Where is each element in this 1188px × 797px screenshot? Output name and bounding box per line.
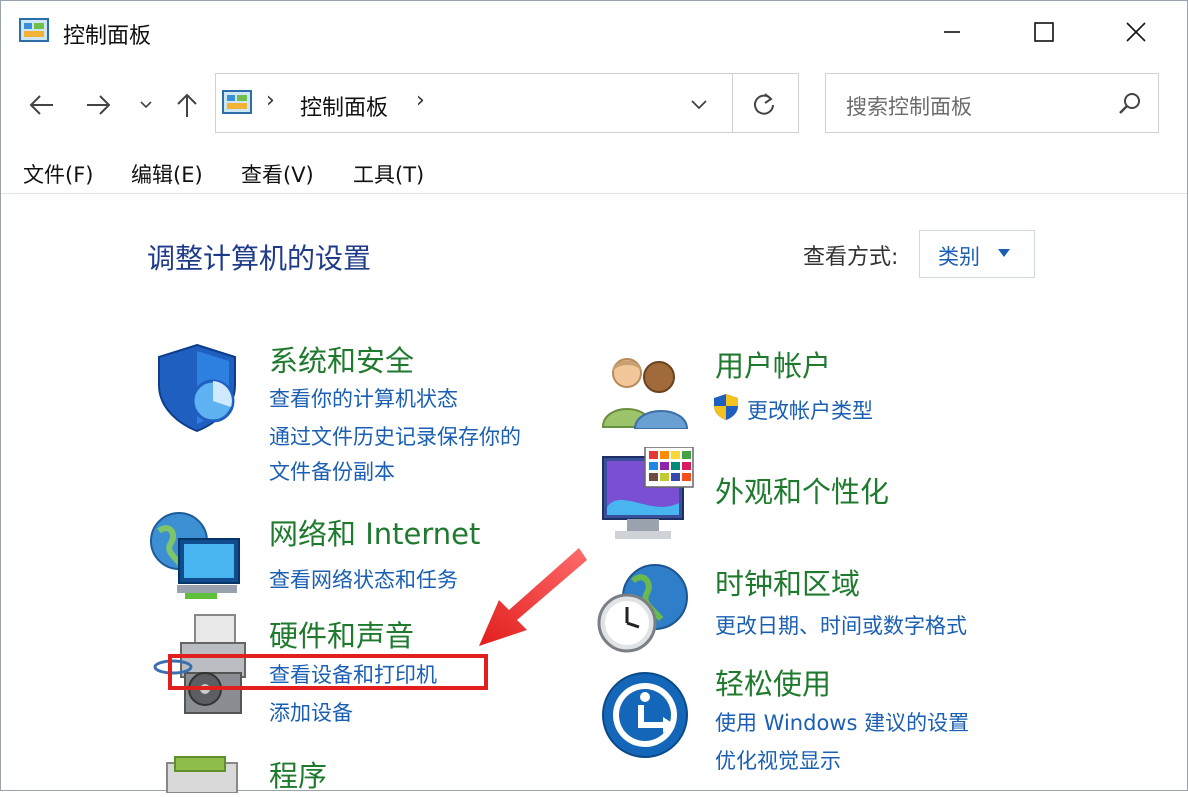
page-title: 调整计算机的设置 [147, 242, 372, 275]
title-bar: 控制面板 [1, 1, 1187, 63]
search-icon[interactable] [1116, 90, 1144, 118]
category-user-accounts[interactable]: 用户帐户 [715, 343, 831, 385]
breadcrumb-separator[interactable]: › [416, 88, 425, 113]
category-appearance[interactable]: 外观和个性化 [715, 469, 889, 511]
annotation-arrow-icon [479, 548, 587, 646]
address-bar[interactable]: › 控制面板 › [215, 73, 799, 133]
category-system-security[interactable]: 系统和安全 [269, 338, 414, 380]
clock-globe-icon[interactable] [597, 561, 693, 659]
link-change-account-type[interactable]: 更改帐户类型 [747, 395, 873, 425]
category-network-internet[interactable]: 网络和 Internet [269, 511, 480, 553]
category-ease-of-access[interactable]: 轻松使用 [715, 661, 831, 703]
up-arrow-icon [177, 93, 197, 117]
forward-arrow-icon [87, 95, 111, 115]
shield-icon[interactable] [151, 341, 243, 437]
view-by-label: 查看方式: [803, 245, 899, 270]
recent-locations-button[interactable] [131, 87, 161, 123]
control-panel-icon [222, 90, 252, 116]
view-by-dropdown[interactable]: 类别 [919, 230, 1035, 278]
chevron-down-icon [140, 101, 152, 109]
refresh-button[interactable] [744, 86, 784, 122]
link-add-device[interactable]: 添加设备 [269, 697, 353, 727]
link-optimize-visual-display[interactable]: 优化视觉显示 [715, 745, 841, 775]
network-globe-icon[interactable] [149, 509, 245, 605]
maximize-icon [1034, 22, 1054, 42]
window-title: 控制面板 [63, 24, 152, 49]
menu-view[interactable]: 查看(V) [241, 159, 314, 189]
link-view-computer-status[interactable]: 查看你的计算机状态 [269, 383, 458, 413]
ease-of-access-icon[interactable] [601, 669, 691, 767]
up-button[interactable] [169, 87, 205, 123]
back-button[interactable] [23, 87, 59, 123]
link-network-status[interactable]: 查看网络状态和任务 [269, 564, 458, 594]
minimize-icon [944, 31, 960, 33]
maximize-button[interactable] [1019, 13, 1069, 51]
refresh-icon [754, 93, 774, 115]
category-programs[interactable]: 程序 [269, 753, 327, 795]
users-icon[interactable] [601, 353, 691, 433]
highlight-box [168, 654, 488, 690]
chevron-down-icon [691, 100, 707, 110]
menu-edit[interactable]: 编辑(E) [131, 159, 203, 189]
view-by-value: 类别 [938, 245, 980, 269]
breadcrumb-separator[interactable]: › [266, 88, 275, 113]
address-history-button[interactable] [684, 90, 714, 120]
search-input[interactable]: 搜索控制面板 [825, 73, 1159, 133]
search-placeholder: 搜索控制面板 [846, 95, 972, 119]
category-hardware-sound[interactable]: 硬件和声音 [269, 613, 414, 655]
programs-icon[interactable] [161, 753, 245, 797]
close-button[interactable] [1111, 13, 1161, 51]
menu-file[interactable]: 文件(F) [23, 159, 93, 189]
control-panel-window: 控制面板 › 控制面板 › 搜索控制面板 文件(F) 编辑(E) 查看(V) 工… [0, 0, 1188, 794]
close-icon [1126, 22, 1146, 42]
minimize-button[interactable] [927, 13, 977, 51]
link-change-date-time-format[interactable]: 更改日期、时间或数字格式 [715, 610, 967, 640]
breadcrumb-control-panel[interactable]: 控制面板 [300, 90, 388, 122]
link-file-history[interactable]: 通过文件历史记录保存你的 [269, 421, 521, 451]
control-panel-icon [19, 18, 49, 44]
back-arrow-icon [29, 95, 53, 115]
menu-bar: 文件(F) 编辑(E) 查看(V) 工具(T) [1, 149, 1187, 194]
forward-button[interactable] [81, 87, 117, 123]
link-file-backup[interactable]: 文件备份副本 [269, 456, 395, 486]
appearance-monitor-icon[interactable] [601, 446, 697, 551]
uac-shield-icon [713, 393, 739, 425]
divider [732, 74, 733, 132]
dropdown-arrow-icon [998, 249, 1010, 257]
menu-tools[interactable]: 工具(T) [353, 159, 424, 189]
category-clock-region[interactable]: 时钟和区域 [715, 561, 860, 603]
link-windows-suggested-settings[interactable]: 使用 Windows 建议的设置 [715, 707, 969, 737]
